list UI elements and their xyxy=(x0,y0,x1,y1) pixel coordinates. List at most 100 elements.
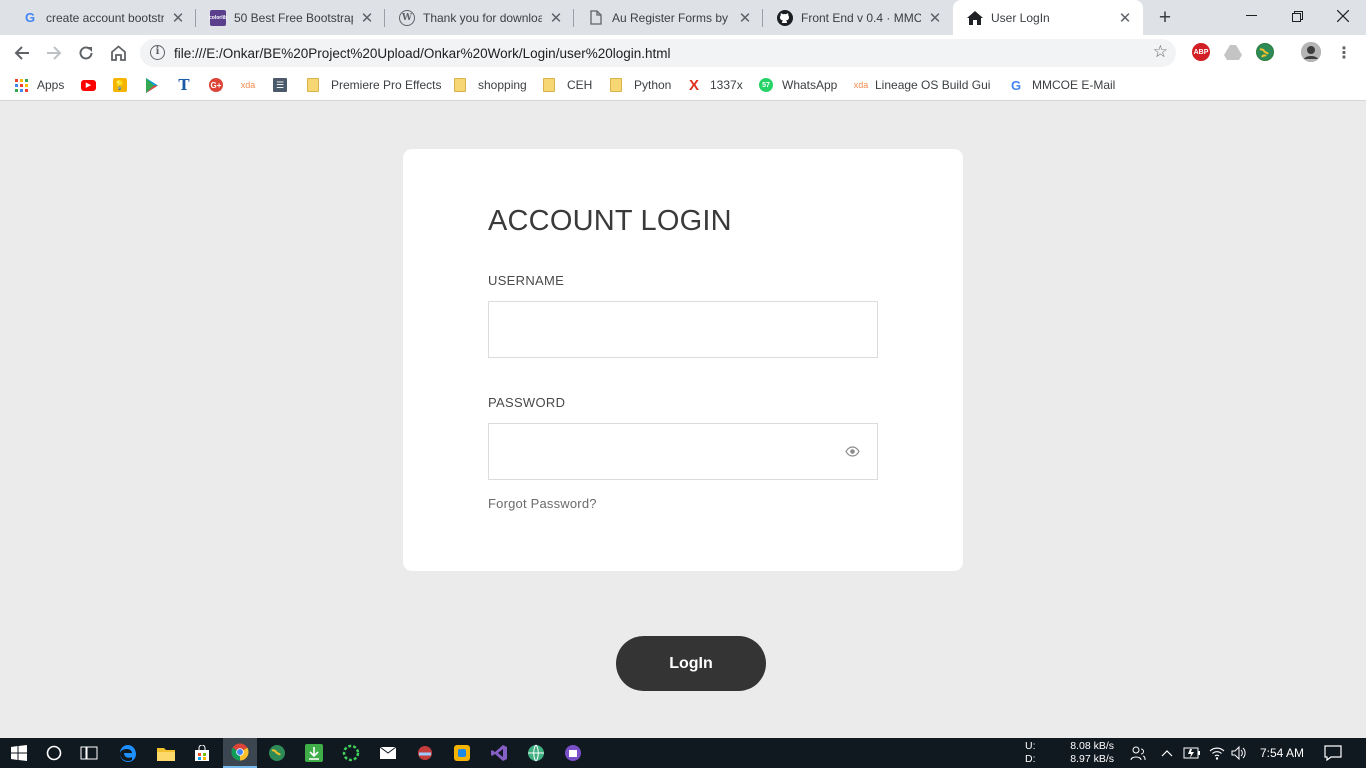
vpn-globe-icon[interactable] xyxy=(1256,43,1274,61)
tab-user-login[interactable]: User LogIn ✕ xyxy=(953,0,1143,35)
home-button[interactable] xyxy=(105,40,131,66)
bookmark-apps[interactable]: Apps xyxy=(15,76,64,94)
browser-tab-strip: G create account bootstrap ✕ colorlib 50… xyxy=(0,0,1366,35)
info-icon[interactable]: i xyxy=(150,45,165,60)
mail-icon[interactable] xyxy=(377,742,399,764)
tab-front-end[interactable]: Front End v 0.4 · MMCOE ✕ xyxy=(763,0,953,35)
minimize-button[interactable] xyxy=(1228,0,1274,32)
password-label: PASSWORD xyxy=(488,395,566,410)
xda-icon: xda xyxy=(240,80,256,90)
store-icon[interactable] xyxy=(191,742,213,764)
bookmark-t2[interactable]: T xyxy=(177,76,200,94)
bookmark-shopping[interactable]: shopping xyxy=(454,76,527,94)
profile-avatar[interactable] xyxy=(1301,42,1321,62)
reload-button[interactable] xyxy=(73,40,99,66)
tab-register-forms[interactable]: Au Register Forms by Colorlib ✕ xyxy=(574,0,763,35)
file-explorer-icon[interactable] xyxy=(155,742,177,764)
tab-title: 50 Best Free Bootstrap Login Forms xyxy=(234,10,353,25)
edge-icon[interactable] xyxy=(117,742,139,764)
bookmark-keep[interactable]: 💡 xyxy=(113,76,136,94)
wifi-icon[interactable] xyxy=(1209,738,1225,768)
tab-create-account[interactable]: G create account bootstrap ✕ xyxy=(8,0,196,35)
battery-icon[interactable] xyxy=(1183,738,1201,768)
username-input[interactable] xyxy=(489,302,877,357)
bookmark-1337x[interactable]: X 1337x xyxy=(687,76,743,94)
google-icon: G xyxy=(24,10,36,25)
cortana-search-icon[interactable] xyxy=(43,742,65,764)
close-icon[interactable]: ✕ xyxy=(359,10,375,27)
bookmark-label: CEH xyxy=(567,78,593,92)
url-text[interactable]: file:///E:/Onkar/BE%20Project%20Upload/O… xyxy=(174,46,671,61)
whatsapp-icon: 57 xyxy=(759,78,773,92)
upload-label: U: xyxy=(1025,740,1036,752)
bookmark-mmcoe[interactable]: G MMCOE E-Mail xyxy=(1009,76,1115,94)
forward-button[interactable] xyxy=(41,40,67,66)
tab-title: create account bootstrap xyxy=(46,10,164,25)
wordpress-icon: W xyxy=(399,9,415,26)
sync-app-icon[interactable] xyxy=(340,742,362,764)
bookmark-label: Lineage OS Build Gui xyxy=(875,78,990,92)
tab-bootstrap-forms[interactable]: colorlib 50 Best Free Bootstrap Login Fo… xyxy=(196,0,385,35)
bookmark-label: WhatsApp xyxy=(782,78,838,92)
close-icon[interactable]: ✕ xyxy=(1117,10,1133,27)
forgot-password-link[interactable]: Forgot Password? xyxy=(488,496,597,511)
visual-studio-icon[interactable] xyxy=(488,742,510,764)
chrome-taskbar-icon[interactable] xyxy=(223,738,257,768)
people-icon[interactable] xyxy=(1130,738,1146,768)
app-globe-icon[interactable] xyxy=(266,742,288,764)
adblock-plus-icon[interactable]: ABP xyxy=(1192,43,1210,61)
play-store-icon xyxy=(145,77,159,93)
google-drive-icon[interactable] xyxy=(1224,43,1242,61)
close-icon[interactable]: ✕ xyxy=(927,10,943,27)
password-input[interactable] xyxy=(489,424,877,479)
close-icon[interactable]: ✕ xyxy=(548,10,564,27)
page-title: ACCOUNT LOGIN xyxy=(488,205,732,237)
bookmark-xda[interactable]: xda xyxy=(241,76,264,94)
tab-thank-you[interactable]: W Thank you for downloading ✕ xyxy=(385,0,574,35)
game-app-icon[interactable] xyxy=(414,742,436,764)
bookmark-label: Apps xyxy=(37,78,65,92)
new-tab-button[interactable]: + xyxy=(1153,6,1177,30)
bookmark-youtube[interactable]: ▶ xyxy=(81,76,105,94)
back-button[interactable] xyxy=(9,40,35,66)
download-speed: 8.97 kB/s xyxy=(1070,753,1114,765)
address-bar[interactable]: i file:///E:/Onkar/BE%20Project%20Upload… xyxy=(140,39,1176,67)
bookmark-lineage[interactable]: xda Lineage OS Build Gui xyxy=(854,76,990,94)
clock[interactable]: 7:54 AM xyxy=(1260,738,1304,768)
download-app-icon[interactable] xyxy=(303,742,325,764)
bookmark-label: MMCOE E-Mail xyxy=(1032,78,1116,92)
windows-taskbar: U: 8.08 kB/s D: 8.97 kB/s 7:54 AM xyxy=(0,738,1366,768)
bookmark-document[interactable]: ☰ xyxy=(273,76,296,94)
password-field[interactable] xyxy=(488,423,878,480)
eye-icon[interactable] xyxy=(845,444,860,459)
bookmark-star-icon[interactable]: ☆ xyxy=(1153,42,1168,62)
close-icon[interactable]: ✕ xyxy=(170,10,186,27)
bookmark-play-store[interactable] xyxy=(145,76,168,94)
app-square-icon[interactable] xyxy=(451,742,473,764)
task-view-icon[interactable] xyxy=(78,742,100,764)
home-icon xyxy=(967,10,983,26)
bookmark-premiere[interactable]: Premiere Pro Effects xyxy=(307,76,441,94)
upload-speed: 8.08 kB/s xyxy=(1070,740,1114,752)
google-plus-icon: G+ xyxy=(209,78,223,92)
login-button[interactable]: LogIn xyxy=(616,636,766,691)
close-icon[interactable]: ✕ xyxy=(737,10,753,27)
bookmark-whatsapp[interactable]: 57 WhatsApp xyxy=(759,76,837,94)
notifications-icon[interactable] xyxy=(1324,738,1342,768)
bookmark-google-plus[interactable]: G+ xyxy=(209,76,232,94)
purple-app-icon[interactable] xyxy=(562,742,584,764)
username-field[interactable] xyxy=(488,301,878,358)
bookmarks-bar: Apps ▶ 💡 T G+ xda ☰ Premiere Pro Effects… xyxy=(0,70,1366,101)
bookmark-ceh[interactable]: CEH xyxy=(543,76,592,94)
start-button[interactable] xyxy=(8,742,30,764)
bookmark-python[interactable]: Python xyxy=(610,76,671,94)
tab-title: Front End v 0.4 · MMCOE xyxy=(801,10,921,25)
close-window-button[interactable] xyxy=(1320,0,1366,32)
chevron-up-icon[interactable] xyxy=(1161,738,1173,768)
volume-icon[interactable] xyxy=(1231,738,1247,768)
browser-app-icon[interactable] xyxy=(525,742,547,764)
chrome-menu-icon[interactable]: ⋮ xyxy=(1331,40,1357,66)
x-logo-icon: X xyxy=(688,76,699,94)
restore-button[interactable] xyxy=(1274,0,1320,32)
google-icon: G xyxy=(1010,77,1022,93)
